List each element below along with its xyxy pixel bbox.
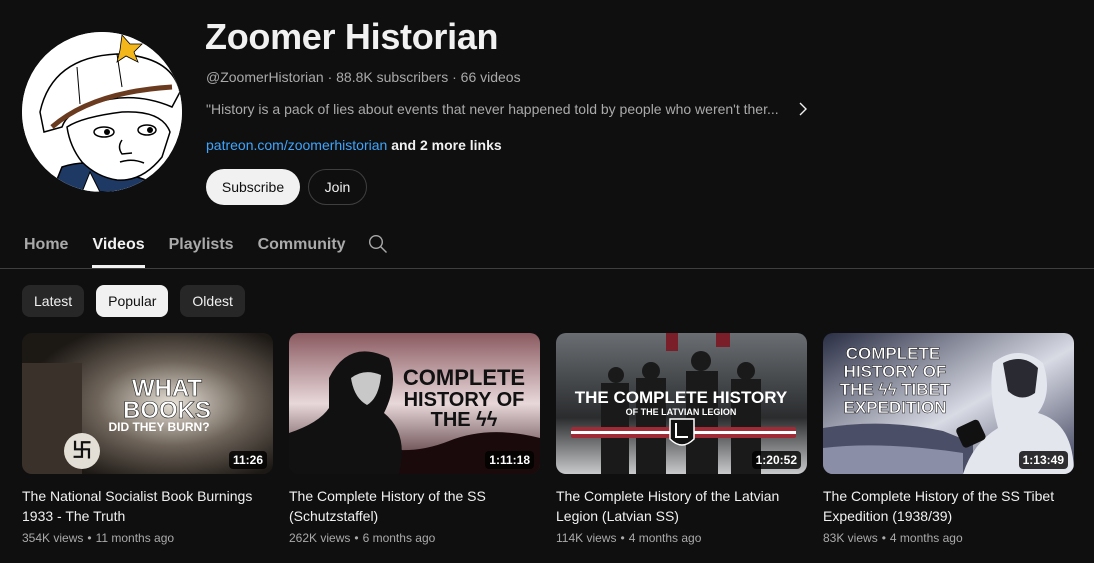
video-meta: 83K views • 4 months ago xyxy=(823,531,1074,545)
chevron-right-icon[interactable] xyxy=(796,102,810,116)
video-thumbnail[interactable]: THE COMPLETE HISTORY OF THE LATVIAN LEGI… xyxy=(556,333,807,474)
meta-dot: • xyxy=(354,531,359,545)
video-title[interactable]: The Complete History of the SS (Schutzst… xyxy=(289,486,540,526)
meta-dot: • xyxy=(881,531,886,545)
video-title[interactable]: The Complete History of the SS Tibet Exp… xyxy=(823,486,1074,526)
tab-playlists[interactable]: Playlists xyxy=(169,222,234,268)
view-count: 114K views xyxy=(556,531,617,545)
video-grid: 卐 WHAT BOOKS DID THEY BURN? 11:26 The Na… xyxy=(22,333,1074,545)
channel-links: patreon.com/zoomerhistorian and 2 more l… xyxy=(206,137,502,153)
subscribe-button[interactable]: Subscribe xyxy=(206,169,300,205)
video-count: 66 videos xyxy=(460,69,521,85)
patreon-link[interactable]: patreon.com/zoomerhistorian xyxy=(206,137,387,153)
view-count: 83K views xyxy=(823,531,878,545)
meta-dot: • xyxy=(620,531,625,545)
tab-home[interactable]: Home xyxy=(24,222,68,268)
channel-handle: @ZoomerHistorian xyxy=(206,69,324,85)
svg-text:卐: 卐 xyxy=(72,439,92,462)
video-meta: 114K views • 4 months ago xyxy=(556,531,807,545)
search-icon[interactable] xyxy=(368,234,388,254)
join-button[interactable]: Join xyxy=(308,169,367,205)
video-thumbnail[interactable]: COMPLETE HISTORY OF THE ϟϟ TIBET EXPEDIT… xyxy=(823,333,1074,474)
video-thumbnail[interactable]: COMPLETE HISTORY OF THE ϟϟ 1:11:18 xyxy=(289,333,540,474)
video-duration: 1:11:18 xyxy=(485,451,534,469)
upload-age: 4 months ago xyxy=(889,531,963,545)
video-title[interactable]: The National Socialist Book Burnings 193… xyxy=(22,486,273,526)
thumb-text: COMPLETE xyxy=(846,344,940,363)
thumb-text: HISTORY OF xyxy=(404,389,525,411)
thumb-text: THE ϟϟ xyxy=(431,409,498,431)
tab-community[interactable]: Community xyxy=(258,222,346,268)
thumb-text: HISTORY OF xyxy=(844,362,947,381)
avatar-illustration xyxy=(22,32,182,192)
video-duration: 11:26 xyxy=(228,451,267,469)
channel-avatar xyxy=(22,32,182,192)
video-title[interactable]: The Complete History of the Latvian Legi… xyxy=(556,486,807,526)
subscriber-count: 88.8K subscribers xyxy=(336,69,449,85)
video-duration: 1:13:49 xyxy=(1018,451,1068,469)
thumb-text: EXPEDITION xyxy=(844,398,947,417)
video-card[interactable]: COMPLETE HISTORY OF THE ϟϟ TIBET EXPEDIT… xyxy=(823,333,1074,545)
channel-tabs: Home Videos Playlists Community xyxy=(24,222,370,268)
video-thumbnail[interactable]: 卐 WHAT BOOKS DID THEY BURN? 11:26 xyxy=(22,333,273,474)
upload-age: 4 months ago xyxy=(628,531,702,545)
more-links-button[interactable]: and 2 more links xyxy=(391,137,501,153)
tabs-divider xyxy=(0,268,1094,269)
description-text: "History is a pack of lies about events … xyxy=(206,101,779,117)
view-count: 262K views xyxy=(289,531,351,545)
chip-oldest[interactable]: Oldest xyxy=(180,285,245,317)
channel-meta: @ZoomerHistorian · 88.8K subscribers · 6… xyxy=(206,69,521,85)
chip-popular[interactable]: Popular xyxy=(96,285,169,317)
video-card[interactable]: 卐 WHAT BOOKS DID THEY BURN? 11:26 The Na… xyxy=(22,333,273,545)
video-duration: 1:20:52 xyxy=(751,451,801,469)
video-meta: 262K views • 6 months ago xyxy=(289,531,540,545)
meta-separator: · xyxy=(327,69,333,85)
upload-age: 11 months ago xyxy=(95,531,175,545)
channel-description[interactable]: "History is a pack of lies about events … xyxy=(206,101,810,117)
meta-dot: • xyxy=(87,531,92,545)
video-card[interactable]: THE COMPLETE HISTORY OF THE LATVIAN LEGI… xyxy=(556,333,807,545)
video-card[interactable]: COMPLETE HISTORY OF THE ϟϟ 1:11:18 The C… xyxy=(289,333,540,545)
meta-separator: · xyxy=(452,69,457,85)
channel-title: Zoomer Historian xyxy=(205,16,499,57)
view-count: 354K views xyxy=(22,531,84,545)
upload-age: 6 months ago xyxy=(362,531,436,545)
video-meta: 354K views • 11 months ago xyxy=(22,531,273,545)
thumb-text: COMPLETE xyxy=(403,365,525,390)
thumb-text: DID THEY BURN? xyxy=(108,420,209,434)
thumb-text: THE ϟϟ TIBET xyxy=(840,380,951,399)
sort-chips: Latest Popular Oldest xyxy=(22,285,245,317)
chip-latest[interactable]: Latest xyxy=(22,285,85,317)
thumb-text: OF THE LATVIAN LEGION xyxy=(626,407,737,417)
thumb-text: THE COMPLETE HISTORY xyxy=(575,388,788,407)
tab-videos[interactable]: Videos xyxy=(92,222,145,268)
